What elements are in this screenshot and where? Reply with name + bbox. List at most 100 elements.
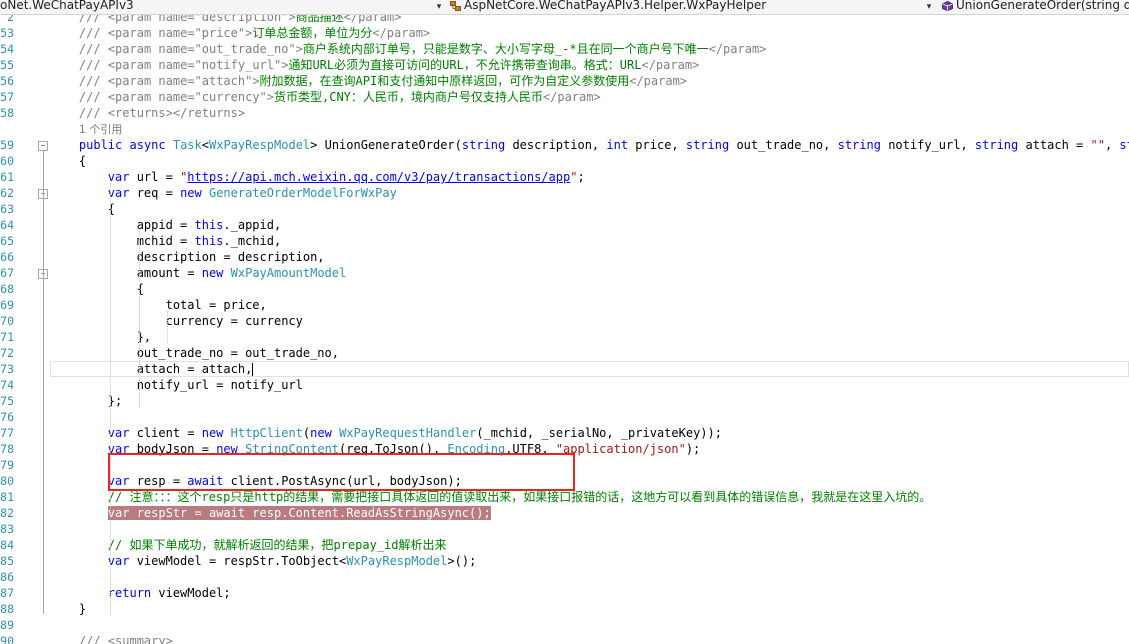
annotation-highlight-box (108, 453, 575, 491)
code-line[interactable]: 61 var url = "https://api.mch.weixin.qq.… (0, 169, 1129, 185)
code-text: amount = new WxPayAmountModel (50, 266, 347, 280)
code-line[interactable]: 65 mchid = this._mchid, (0, 233, 1129, 249)
code-line[interactable]: 1 个引用 (0, 121, 1129, 137)
line-number: 62 (0, 186, 14, 200)
code-text: mchid = this._mchid, (50, 234, 282, 248)
code-line[interactable]: 62 var req = new GenerateOrderModelForWx… (0, 185, 1129, 201)
code-line[interactable]: 70 currency = currency (0, 313, 1129, 329)
code-line[interactable]: 53 /// <param name="price">订单总金额，单位为分</p… (0, 25, 1129, 41)
code-line[interactable]: 83 (0, 521, 1129, 537)
code-line[interactable]: 86 (0, 569, 1129, 585)
project-name: oNet.WeChatPayAPIv3 (0, 0, 134, 12)
code-line[interactable]: 75 }; (0, 393, 1129, 409)
code-line[interactable]: 64 appid = this._appid, (0, 217, 1129, 233)
code-text: var respStr = await resp.Content.ReadAsS… (107, 506, 491, 520)
code-line[interactable]: 72 out_trade_no = out_trade_no, (0, 345, 1129, 361)
code-line[interactable]: 54 /// <param name="out_trade_no">商户系统内部… (0, 41, 1129, 57)
member-name: UnionGenerateOrder(string de (956, 0, 1129, 12)
line-number: 83 (0, 522, 14, 536)
line-number: 80 (0, 474, 14, 488)
code-line[interactable]: 87 return viewModel; (0, 585, 1129, 601)
line-number: 57 (0, 90, 14, 104)
code-text: { (50, 282, 144, 296)
code-line[interactable]: 59 public async Task<WxPayRespModel> Uni… (0, 137, 1129, 153)
code-text: description = description, (50, 250, 325, 264)
line-number: 73 (0, 362, 14, 376)
line-number: 61 (0, 170, 14, 184)
method-icon (942, 0, 953, 11)
code-line[interactable]: 66 description = description, (0, 249, 1129, 265)
line-number: 79 (0, 458, 14, 472)
code-line[interactable]: 76 (0, 409, 1129, 425)
line-number: 85 (0, 554, 14, 568)
line-number: 53 (0, 26, 14, 40)
line-number: 58 (0, 106, 14, 120)
code-line[interactable]: 82 var respStr = await resp.Content.Read… (0, 505, 1129, 521)
code-line[interactable]: 88 } (0, 601, 1129, 617)
line-number: 77 (0, 426, 14, 440)
current-line-highlight (50, 361, 1129, 377)
code-text: var url = "https://api.mch.weixin.qq.com… (107, 170, 585, 184)
class-chevron-down-icon[interactable]: ▾ (924, 2, 934, 12)
code-line[interactable]: 67 amount = new WxPayAmountModel− (0, 265, 1129, 281)
line-number: 86 (0, 570, 14, 584)
indent-guide (110, 183, 111, 615)
line-number: 75 (0, 394, 14, 408)
line-number: 74 (0, 378, 14, 392)
indent-guide (139, 231, 140, 407)
outline-margin-line (43, 150, 44, 614)
code-line[interactable]: 74 notify_url = notify_url (0, 377, 1129, 393)
code-text: 1 个引用 (78, 123, 123, 136)
line-number: 55 (0, 58, 14, 72)
code-text: out_trade_no = out_trade_no, (50, 346, 339, 360)
code-line[interactable]: 71 }, (0, 329, 1129, 345)
code-editor[interactable]: 2 /// <param name="description">商品描述</pa… (0, 15, 1129, 644)
code-line[interactable]: 63 { (0, 201, 1129, 217)
code-line[interactable]: 56 /// <param name="attach">附加数据，在查询API和… (0, 73, 1129, 89)
code-text: var viewModel = respStr.ToObject<WxPayRe… (107, 554, 477, 568)
line-number: 71 (0, 330, 14, 344)
line-number: 68 (0, 282, 14, 296)
line-number: 67 (0, 266, 14, 280)
code-text: }; (50, 394, 123, 408)
line-number: 64 (0, 218, 14, 232)
line-number: 2 (7, 15, 14, 24)
line-number: 54 (0, 42, 14, 56)
line-number: 84 (0, 538, 14, 552)
member-dropdown[interactable]: UnionGenerateOrder(string de (939, 0, 1129, 14)
line-number: 66 (0, 250, 14, 264)
code-line[interactable]: 60 { (0, 153, 1129, 169)
code-line[interactable]: 84 // 如果下单成功，就解析返回的结果，把prepay_id解析出来 (0, 537, 1129, 553)
code-line[interactable]: 69 total = price, (0, 297, 1129, 313)
class-dropdown[interactable]: AspNetCore.WeChatPayAPIv3.Helper.WxPayHe… (447, 0, 931, 14)
project-dropdown[interactable]: oNet.WeChatPayAPIv3 (0, 0, 438, 14)
code-line[interactable]: 68 { (0, 281, 1129, 297)
line-number: 56 (0, 74, 14, 88)
code-text: var client = new HttpClient(new WxPayReq… (107, 426, 722, 440)
line-number: 81 (0, 490, 14, 504)
code-line[interactable]: 55 /// <param name="notify_url">通知URL必须为… (0, 57, 1129, 73)
code-line[interactable]: 89 (0, 617, 1129, 633)
code-line[interactable]: 58 /// <returns></returns> (0, 105, 1129, 121)
code-text: { (50, 202, 116, 216)
line-number: 82 (0, 506, 14, 520)
line-number: 78 (0, 442, 14, 456)
code-text: /// <param name="description">商品描述</para… (78, 15, 402, 24)
project-chevron-down-icon[interactable]: ▾ (434, 2, 444, 12)
navigation-bar: oNet.WeChatPayAPIv3 ▾ AspNetCore.WeChatP… (0, 0, 1129, 15)
code-line[interactable]: 57 /// <param name="currency">货币类型,CNY：人… (0, 89, 1129, 105)
code-line[interactable]: 77 var client = new HttpClient(new WxPay… (0, 425, 1129, 441)
code-text: return viewModel; (107, 586, 231, 600)
line-number: 63 (0, 202, 14, 216)
line-number: 88 (0, 602, 14, 616)
line-number: 72 (0, 346, 14, 360)
code-line[interactable]: 2 /// <param name="description">商品描述</pa… (0, 15, 1129, 25)
line-number: 70 (0, 314, 14, 328)
code-line[interactable]: 81 // 注意：：：这个resp只是http的结果，需要把接口具体返回的值读取… (0, 489, 1129, 505)
code-text: /// <param name="attach">附加数据，在查询API和支付通… (78, 74, 688, 88)
code-line[interactable]: 85 var viewModel = respStr.ToObject<WxPa… (0, 553, 1129, 569)
code-text: /// <param name="price">订单总金额，单位为分</para… (78, 26, 431, 40)
code-text: /// <summary> (78, 634, 173, 644)
indent-guide (167, 311, 168, 343)
code-line[interactable]: 90 /// <summary> (0, 633, 1129, 644)
